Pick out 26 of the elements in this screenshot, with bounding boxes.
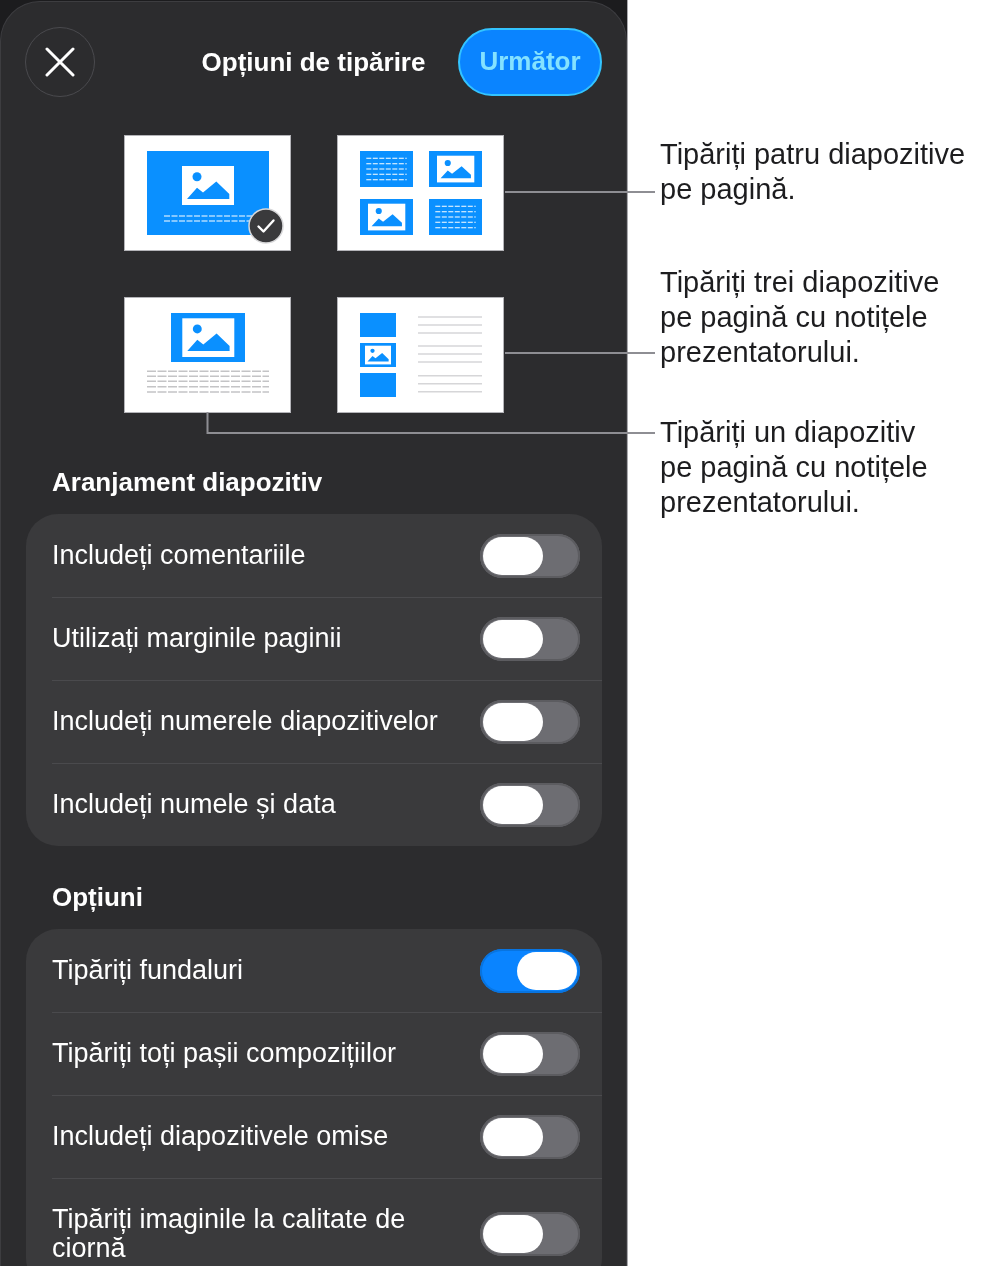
- callout-text: Tipăriți patru diapozitive pe pagină.: [660, 137, 966, 207]
- callout-text: Tipăriți trei diapozitive pe pagină cu notițele prezentatorului.: [660, 265, 940, 370]
- callout-text: Tipăriți un diapozitiv pe pagină cu notițele prezentatorului.: [660, 415, 928, 520]
- setting-label: Includeți numele și data: [52, 790, 337, 819]
- setting-label: Utilizați marginile paginii: [52, 624, 343, 653]
- setting-label: Tipăriți toți pașii compozițiilor: [52, 1039, 398, 1068]
- next-button[interactable]: Următor: [458, 27, 602, 96]
- layout-option[interactable]: [124, 135, 291, 251]
- dialog-title: Opțiuni de tipărire: [201, 45, 426, 78]
- section-heading: Opțiuni: [51, 881, 144, 913]
- toggle-switch[interactable]: [480, 1114, 580, 1159]
- setting-label: Tipăriți imaginile la calitate de ciornă: [52, 1205, 407, 1263]
- setting-label: Tipăriți fundaluri: [52, 956, 245, 985]
- toggle-switch[interactable]: [480, 948, 580, 993]
- toggle-switch[interactable]: [480, 699, 580, 744]
- toggle-switch[interactable]: [480, 782, 580, 827]
- setting-label: Includeți diapozitivele omise: [52, 1122, 390, 1151]
- section-heading: Aranjament diapozitiv: [51, 466, 324, 498]
- setting-label: Includeți numerele diapozitivelor: [52, 707, 439, 736]
- setting-label: Includeți comentariile: [52, 541, 307, 570]
- toggle-switch[interactable]: [480, 1212, 580, 1256]
- toggle-switch[interactable]: [480, 616, 580, 661]
- toggle-switch[interactable]: [480, 533, 580, 578]
- close-icon: [45, 46, 75, 77]
- toggle-switch[interactable]: [480, 1031, 580, 1076]
- checkmark-icon: [248, 208, 284, 244]
